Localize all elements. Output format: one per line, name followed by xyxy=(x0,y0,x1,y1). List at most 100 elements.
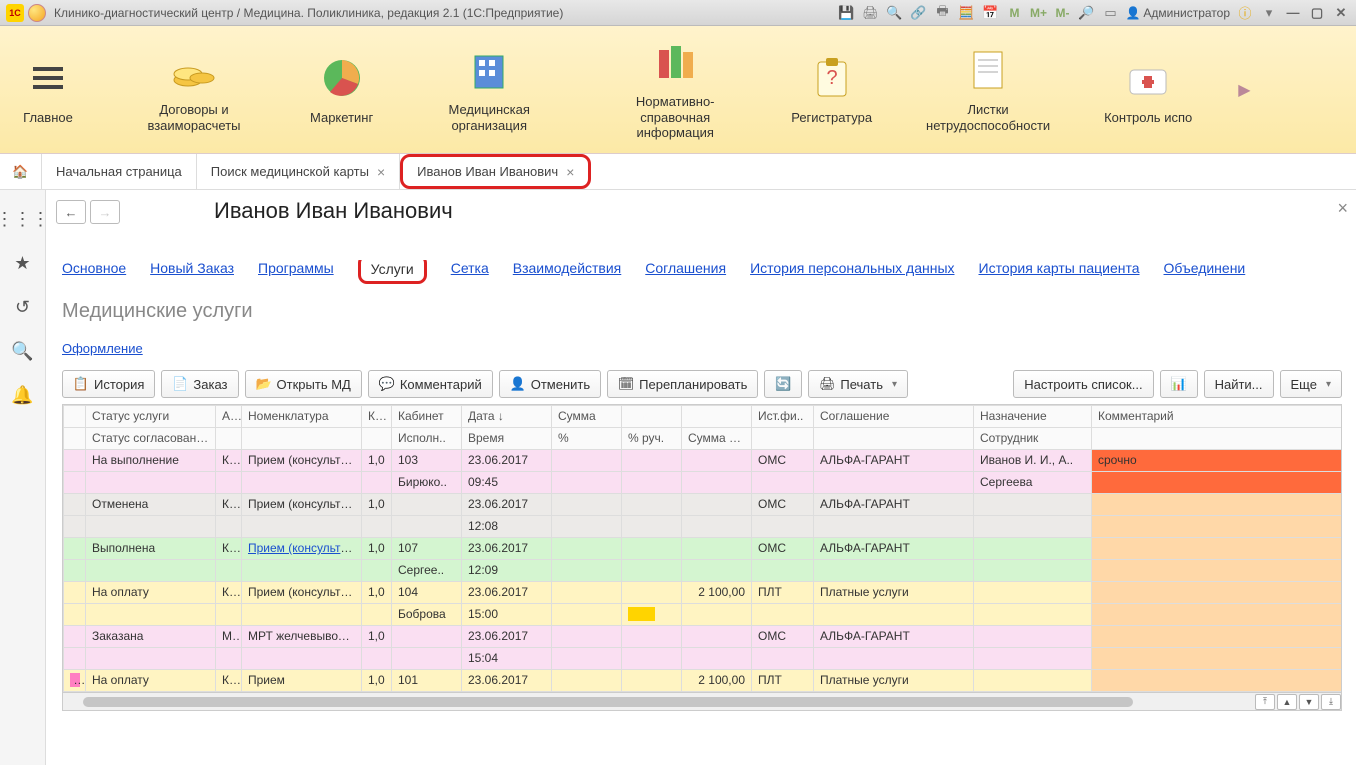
table-cell[interactable]: АЛЬФА-ГАРАНТ xyxy=(814,626,974,648)
table-cell[interactable] xyxy=(974,516,1092,538)
table-cell[interactable] xyxy=(974,670,1092,692)
table-cell[interactable] xyxy=(64,450,86,472)
printer2-icon[interactable]: 🖶 xyxy=(933,4,951,22)
table-cell[interactable]: ПЛТ xyxy=(752,582,814,604)
table-cell[interactable]: К.. xyxy=(216,582,242,604)
history-icon[interactable]: ↺ xyxy=(12,296,34,318)
table-cell[interactable]: 1,0 xyxy=(362,450,392,472)
col-header[interactable]: Ко.. xyxy=(362,406,392,428)
table-cell[interactable] xyxy=(752,604,814,626)
cancel-button[interactable]: 👤Отменить xyxy=(499,370,601,398)
col-header[interactable]: Соглашение xyxy=(814,406,974,428)
table-cell[interactable] xyxy=(392,626,462,648)
col-header[interactable] xyxy=(622,406,682,428)
print-icon[interactable]: 🖨 xyxy=(861,4,879,22)
table-cell[interactable] xyxy=(974,626,1092,648)
table-cell[interactable] xyxy=(216,472,242,494)
table-cell[interactable] xyxy=(362,648,392,670)
table-cell[interactable] xyxy=(392,516,462,538)
table-cell[interactable] xyxy=(814,472,974,494)
close-icon[interactable]: × xyxy=(566,164,574,180)
table-cell[interactable]: На выполнение xyxy=(86,450,216,472)
table-cell[interactable]: К.. xyxy=(216,538,242,560)
subtab-8[interactable]: История карты пациента xyxy=(979,260,1140,284)
table-cell[interactable] xyxy=(64,516,86,538)
subtab-3[interactable]: Услуги xyxy=(358,260,427,284)
table-cell[interactable]: ОМС xyxy=(752,626,814,648)
table-cell[interactable] xyxy=(552,538,622,560)
col-header[interactable]: Комментарий xyxy=(1092,406,1343,428)
table-cell[interactable]: Прием xyxy=(242,670,362,692)
nav-forward-button[interactable]: → xyxy=(90,200,120,224)
table-cell[interactable] xyxy=(974,582,1092,604)
toolbar-scroll-right[interactable]: ▶ xyxy=(1238,80,1250,100)
table-cell[interactable] xyxy=(1092,472,1343,494)
table-cell[interactable] xyxy=(1092,648,1343,670)
table-cell[interactable] xyxy=(86,604,216,626)
table-cell[interactable]: 103 xyxy=(392,450,462,472)
table-cell[interactable] xyxy=(1092,516,1343,538)
table-cell[interactable] xyxy=(622,670,682,692)
tab-search-card[interactable]: Поиск медицинской карты× xyxy=(197,154,400,189)
col-header[interactable]: Назначение xyxy=(974,406,1092,428)
nav-marketing[interactable]: Маркетинг xyxy=(310,54,373,126)
refresh-button[interactable]: 🔄 xyxy=(764,370,802,398)
link-icon[interactable]: 🔗 xyxy=(909,4,927,22)
col-header[interactable]: А.. xyxy=(216,406,242,428)
table-cell[interactable] xyxy=(622,648,682,670)
table-cell[interactable]: АЛЬФА-ГАРАНТ xyxy=(814,450,974,472)
table-cell[interactable] xyxy=(64,670,86,692)
table-cell[interactable] xyxy=(86,648,216,670)
subtab-4[interactable]: Сетка xyxy=(451,260,489,284)
table-cell[interactable] xyxy=(682,648,752,670)
table-cell[interactable] xyxy=(974,494,1092,516)
table-cell[interactable] xyxy=(242,604,362,626)
tab-patient[interactable]: Иванов Иван Иванович× xyxy=(400,154,591,189)
star-icon[interactable]: ★ xyxy=(12,252,34,274)
table-cell[interactable]: 1,0 xyxy=(362,626,392,648)
save-icon[interactable]: 💾 xyxy=(837,4,855,22)
table-cell[interactable] xyxy=(64,560,86,582)
table-cell[interactable] xyxy=(242,560,362,582)
nav-reference[interactable]: Нормативно-справочная информация xyxy=(605,38,745,141)
table-cell[interactable] xyxy=(622,626,682,648)
table-cell[interactable]: Заказана xyxy=(86,626,216,648)
panel-icon[interactable]: ▭ xyxy=(1101,4,1119,22)
table-cell[interactable]: 1,0 xyxy=(362,582,392,604)
home-tab-icon[interactable]: 🏠 xyxy=(0,154,42,189)
table-cell[interactable]: ОМС xyxy=(752,494,814,516)
nav-registry[interactable]: ? Регистратура xyxy=(791,54,872,126)
table-cell[interactable] xyxy=(622,494,682,516)
subtab-5[interactable]: Взаимодействия xyxy=(513,260,622,284)
table-cell[interactable]: 23.06.2017 xyxy=(462,626,552,648)
table-cell[interactable] xyxy=(392,494,462,516)
col-header[interactable]: Сумма руч. xyxy=(682,428,752,450)
design-link[interactable]: Оформление xyxy=(62,341,143,356)
table-cell[interactable] xyxy=(216,648,242,670)
col-header[interactable] xyxy=(216,428,242,450)
table-cell[interactable] xyxy=(552,648,622,670)
table-cell[interactable] xyxy=(682,560,752,582)
m-plus-button[interactable]: M+ xyxy=(1029,4,1047,22)
table-cell[interactable] xyxy=(622,582,682,604)
subtab-0[interactable]: Основное xyxy=(62,260,126,284)
table-cell[interactable]: Прием (консультация).. xyxy=(242,582,362,604)
table-cell[interactable]: К.. xyxy=(216,670,242,692)
table-cell[interactable] xyxy=(64,604,86,626)
table-cell[interactable]: 23.06.2017 xyxy=(462,582,552,604)
table-cell[interactable] xyxy=(242,516,362,538)
table-cell[interactable] xyxy=(622,516,682,538)
table-cell[interactable] xyxy=(242,472,362,494)
bell-icon[interactable]: 🔔 xyxy=(12,384,34,406)
table-cell[interactable] xyxy=(86,472,216,494)
table-cell[interactable]: 1,0 xyxy=(362,494,392,516)
table-cell[interactable] xyxy=(64,582,86,604)
print-button[interactable]: 🖨Печать xyxy=(808,370,908,398)
table-cell[interactable] xyxy=(64,626,86,648)
table-cell[interactable] xyxy=(682,516,752,538)
table-cell[interactable]: 104 xyxy=(392,582,462,604)
calendar-icon[interactable]: 📅 xyxy=(981,4,999,22)
scroll-up-button[interactable]: ▲ xyxy=(1277,694,1297,710)
col-header[interactable]: Статус согласования xyxy=(86,428,216,450)
table-cell[interactable]: 15:04 xyxy=(462,648,552,670)
